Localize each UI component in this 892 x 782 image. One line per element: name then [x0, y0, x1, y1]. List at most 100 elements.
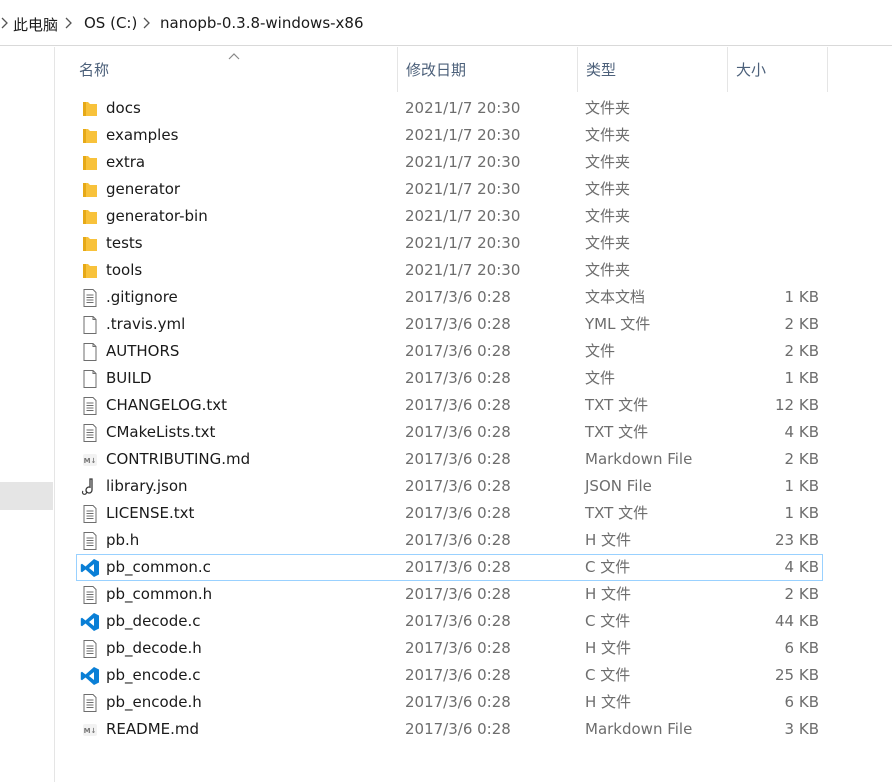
file-row[interactable]: pb_encode.h 2017/3/6 0:28 H 文件 6 KB	[76, 689, 823, 716]
file-row[interactable]: pb_common.h 2017/3/6 0:28 H 文件 2 KB	[76, 581, 823, 608]
file-size: 4 KB	[784, 423, 819, 441]
file-row[interactable]: CHANGELOG.txt 2017/3/6 0:28 TXT 文件 12 KB	[76, 392, 823, 419]
file-size: 2 KB	[784, 315, 819, 333]
blank-file-icon	[80, 342, 100, 362]
file-date: 2017/3/6 0:28	[405, 315, 511, 333]
breadcrumb-folder[interactable]: nanopb-0.3.8-windows-x86	[160, 14, 364, 32]
file-row[interactable]: examples 2021/1/7 20:30 文件夹	[76, 122, 823, 149]
folder-icon	[80, 153, 100, 173]
column-header-name[interactable]: 名称	[71, 47, 398, 92]
file-row[interactable]: pb_decode.h 2017/3/6 0:28 H 文件 6 KB	[76, 635, 823, 662]
breadcrumb-drive[interactable]: OS (C:)	[84, 14, 137, 32]
file-row[interactable]: M↓ CONTRIBUTING.md 2017/3/6 0:28 Markdown F…	[76, 446, 823, 473]
file-date: 2017/3/6 0:28	[405, 342, 511, 360]
chevron-right-icon[interactable]	[0, 16, 10, 30]
blank-file-icon	[80, 315, 100, 335]
file-type: YML 文件	[585, 315, 651, 333]
file-name: pb_encode.h	[106, 693, 202, 711]
navigation-pane[interactable]	[0, 47, 55, 782]
file-type: 文本文档	[585, 288, 646, 306]
markdown-icon: M↓	[80, 450, 100, 470]
file-row[interactable]: pb_common.c 2017/3/6 0:28 C 文件 4 KB	[76, 554, 823, 581]
file-name: LICENSE.txt	[106, 504, 195, 522]
file-row[interactable]: M↓ README.md 2017/3/6 0:28 Markdown File 3 K…	[76, 716, 823, 743]
text-file-icon	[80, 396, 100, 416]
file-row[interactable]: pb.h 2017/3/6 0:28 H 文件 23 KB	[76, 527, 823, 554]
file-type: TXT 文件	[585, 504, 649, 522]
file-date: 2017/3/6 0:28	[405, 288, 511, 306]
text-file-icon	[80, 504, 100, 524]
file-type: 文件夹	[585, 261, 631, 279]
file-row[interactable]: LICENSE.txt 2017/3/6 0:28 TXT 文件 1 KB	[76, 500, 823, 527]
file-date: 2017/3/6 0:28	[405, 639, 511, 657]
file-name: pb_decode.h	[106, 639, 202, 657]
blank-file-icon	[80, 369, 100, 389]
file-size: 2 KB	[784, 450, 819, 468]
file-row[interactable]: AUTHORS 2017/3/6 0:28 文件 2 KB	[76, 338, 823, 365]
address-bar[interactable]: 此电脑 OS (C:) nanopb-0.3.8-windows-x86	[0, 0, 892, 46]
file-date: 2017/3/6 0:28	[405, 693, 511, 711]
file-row[interactable]: library.json 2017/3/6 0:28 JSON File 1 KB	[76, 473, 823, 500]
file-type: TXT 文件	[585, 396, 649, 414]
file-name: library.json	[106, 477, 188, 495]
file-row[interactable]: tools 2021/1/7 20:30 文件夹	[76, 257, 823, 284]
file-row[interactable]: tests 2021/1/7 20:30 文件夹	[76, 230, 823, 257]
file-date: 2017/3/6 0:28	[405, 504, 511, 522]
file-name: README.md	[106, 720, 200, 738]
file-size: 6 KB	[784, 693, 819, 711]
column-header-date[interactable]: 修改日期	[398, 47, 578, 92]
file-row[interactable]: docs 2021/1/7 20:30 文件夹	[76, 95, 823, 122]
chevron-right-icon[interactable]	[64, 16, 74, 30]
text-file-icon	[80, 423, 100, 443]
file-size: 1 KB	[784, 504, 819, 522]
file-row[interactable]: BUILD 2017/3/6 0:28 文件 1 KB	[76, 365, 823, 392]
folder-icon	[80, 126, 100, 146]
vscode-icon	[80, 612, 100, 632]
column-header-size[interactable]: 大小	[728, 47, 828, 92]
file-type: 文件夹	[585, 126, 631, 144]
file-date: 2021/1/7 20:30	[405, 207, 521, 225]
file-date: 2017/3/6 0:28	[405, 612, 511, 630]
file-name: generator-bin	[106, 207, 208, 225]
file-row[interactable]: generator-bin 2021/1/7 20:30 文件夹	[76, 203, 823, 230]
nav-selected-item[interactable]	[0, 482, 53, 510]
json-file-icon	[80, 477, 100, 497]
file-row[interactable]: .travis.yml 2017/3/6 0:28 YML 文件 2 KB	[76, 311, 823, 338]
vscode-icon	[80, 558, 100, 578]
folder-icon	[80, 234, 100, 254]
file-row[interactable]: .gitignore 2017/3/6 0:28 文本文档 1 KB	[76, 284, 823, 311]
file-row[interactable]: extra 2021/1/7 20:30 文件夹	[76, 149, 823, 176]
file-type: 文件夹	[585, 99, 631, 117]
file-date: 2017/3/6 0:28	[405, 585, 511, 603]
file-row[interactable]: pb_decode.c 2017/3/6 0:28 C 文件 44 KB	[76, 608, 823, 635]
file-name: tools	[106, 261, 143, 279]
text-file-icon	[80, 585, 100, 605]
svg-text:M↓: M↓	[84, 727, 97, 735]
file-type: 文件夹	[585, 180, 631, 198]
file-date: 2021/1/7 20:30	[405, 234, 521, 252]
file-size: 44 KB	[775, 612, 819, 630]
file-size: 1 KB	[784, 369, 819, 387]
file-date: 2017/3/6 0:28	[405, 720, 511, 738]
svg-text:M↓: M↓	[84, 457, 97, 465]
file-type: Markdown File	[585, 450, 693, 468]
file-size: 23 KB	[775, 531, 819, 549]
file-row[interactable]: generator 2021/1/7 20:30 文件夹	[76, 176, 823, 203]
file-type: H 文件	[585, 585, 632, 603]
chevron-right-icon[interactable]	[142, 16, 152, 30]
breadcrumb-this-pc[interactable]: 此电脑	[13, 14, 58, 35]
file-row[interactable]: CMakeLists.txt 2017/3/6 0:28 TXT 文件 4 KB	[76, 419, 823, 446]
file-date: 2017/3/6 0:28	[405, 450, 511, 468]
text-file-icon	[80, 288, 100, 308]
markdown-icon: M↓	[80, 720, 100, 740]
file-date: 2021/1/7 20:30	[405, 153, 521, 171]
file-date: 2021/1/7 20:30	[405, 126, 521, 144]
file-name: CONTRIBUTING.md	[106, 450, 251, 468]
file-size: 2 KB	[784, 342, 819, 360]
file-row[interactable]: pb_encode.c 2017/3/6 0:28 C 文件 25 KB	[76, 662, 823, 689]
file-date: 2017/3/6 0:28	[405, 531, 511, 549]
folder-icon	[80, 99, 100, 119]
column-header-type[interactable]: 类型	[578, 47, 728, 92]
text-file-icon	[80, 531, 100, 551]
file-name: pb_common.c	[106, 558, 211, 576]
